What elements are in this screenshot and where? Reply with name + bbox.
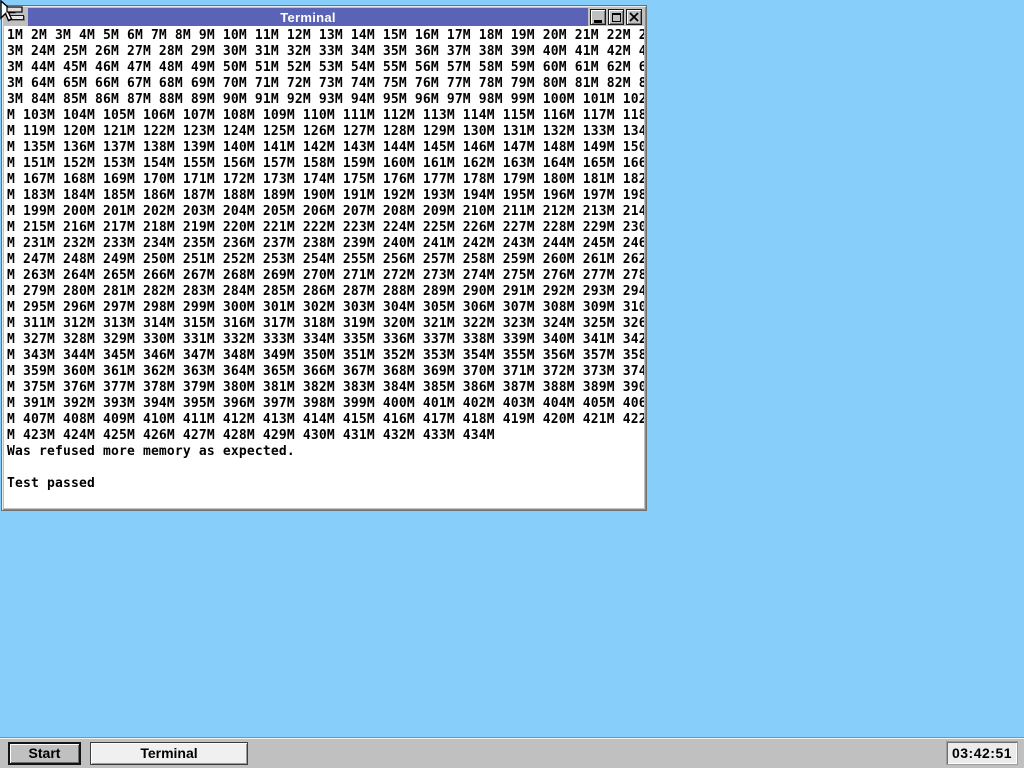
terminal-output-line: M 151M 152M 153M 154M 155M 156M 157M 158…	[7, 156, 644, 172]
terminal-output-line: M 327M 328M 329M 330M 331M 332M 333M 334…	[7, 332, 644, 348]
terminal-output-line: M 359M 360M 361M 362M 363M 364M 365M 366…	[7, 364, 644, 380]
terminal-output-line: M 423M 424M 425M 426M 427M 428M 429M 430…	[7, 428, 644, 444]
terminal-output-line: M 167M 168M 169M 170M 171M 172M 173M 174…	[7, 172, 644, 188]
terminal-output-line: M 199M 200M 201M 202M 203M 204M 205M 206…	[7, 204, 644, 220]
close-icon	[629, 12, 639, 22]
terminal-output-line: M 183M 184M 185M 186M 187M 188M 189M 190…	[7, 188, 644, 204]
desktop: Terminal 1M 2M 3M 4M 5M 6M 7M 8M 9M 10M …	[0, 0, 1024, 737]
terminal-output-line: M 263M 264M 265M 266M 267M 268M 269M 270…	[7, 268, 644, 284]
terminal-output-line: M 279M 280M 281M 282M 283M 284M 285M 286…	[7, 284, 644, 300]
terminal-output-line: M 135M 136M 137M 138M 139M 140M 141M 142…	[7, 140, 644, 156]
window-title: Terminal	[280, 10, 336, 25]
window-menu-button[interactable]	[4, 8, 28, 26]
terminal-output-line: M 343M 344M 345M 346M 347M 348M 349M 350…	[7, 348, 644, 364]
terminal-output-line: M 231M 232M 233M 234M 235M 236M 237M 238…	[7, 236, 644, 252]
terminal-output-line: Test passed	[7, 476, 644, 492]
terminal-output-line: M 295M 296M 297M 298M 299M 300M 301M 302…	[7, 300, 644, 316]
taskbar: Start Terminal 03:42:51	[0, 737, 1024, 768]
terminal-output-line: 1M 2M 3M 4M 5M 6M 7M 8M 9M 10M 11M 12M 1…	[7, 28, 644, 44]
terminal-output-line: M 391M 392M 393M 394M 395M 396M 397M 398…	[7, 396, 644, 412]
window-titlerow: Terminal	[4, 8, 644, 26]
terminal-output-line: M 375M 376M 377M 378M 379M 380M 381M 382…	[7, 380, 644, 396]
terminal-window: Terminal 1M 2M 3M 4M 5M 6M 7M 8M 9M 10M …	[1, 5, 647, 511]
terminal-output-line: M 215M 216M 217M 218M 219M 220M 221M 222…	[7, 220, 644, 236]
terminal-output: 1M 2M 3M 4M 5M 6M 7M 8M 9M 10M 11M 12M 1…	[7, 28, 644, 492]
terminal-content[interactable]: 1M 2M 3M 4M 5M 6M 7M 8M 9M 10M 11M 12M 1…	[4, 26, 644, 508]
close-button[interactable]	[626, 9, 642, 25]
terminal-output-line: M 247M 248M 249M 250M 251M 252M 253M 254…	[7, 252, 644, 268]
terminal-output-line: M 103M 104M 105M 106M 107M 108M 109M 110…	[7, 108, 644, 124]
terminal-output-line: M 311M 312M 313M 314M 315M 316M 317M 318…	[7, 316, 644, 332]
window-menu-icon	[9, 15, 24, 20]
taskbar-task-terminal[interactable]: Terminal	[90, 742, 248, 765]
terminal-output-line: 3M 84M 85M 86M 87M 88M 89M 90M 91M 92M 9…	[7, 92, 644, 108]
terminal-output-line: 3M 24M 25M 26M 27M 28M 29M 30M 31M 32M 3…	[7, 44, 644, 60]
terminal-output-line: 3M 64M 65M 66M 67M 68M 69M 70M 71M 72M 7…	[7, 76, 644, 92]
minimize-button[interactable]	[590, 9, 606, 25]
taskbar-clock: 03:42:51	[946, 741, 1018, 765]
start-button[interactable]: Start	[8, 742, 81, 765]
terminal-output-line: 3M 44M 45M 46M 47M 48M 49M 50M 51M 52M 5…	[7, 60, 644, 76]
maximize-button[interactable]	[608, 9, 624, 25]
terminal-output-line: Was refused more memory as expected.	[7, 444, 644, 460]
terminal-output-line: M 119M 120M 121M 122M 123M 124M 125M 126…	[7, 124, 644, 140]
maximize-icon	[612, 13, 621, 22]
minimize-icon	[594, 20, 602, 23]
terminal-output-line	[7, 460, 644, 476]
terminal-output-line: M 407M 408M 409M 410M 411M 412M 413M 414…	[7, 412, 644, 428]
window-controls	[588, 8, 644, 26]
window-titlebar[interactable]: Terminal	[28, 8, 588, 26]
terminal-prompt-line: / #	[7, 492, 644, 508]
